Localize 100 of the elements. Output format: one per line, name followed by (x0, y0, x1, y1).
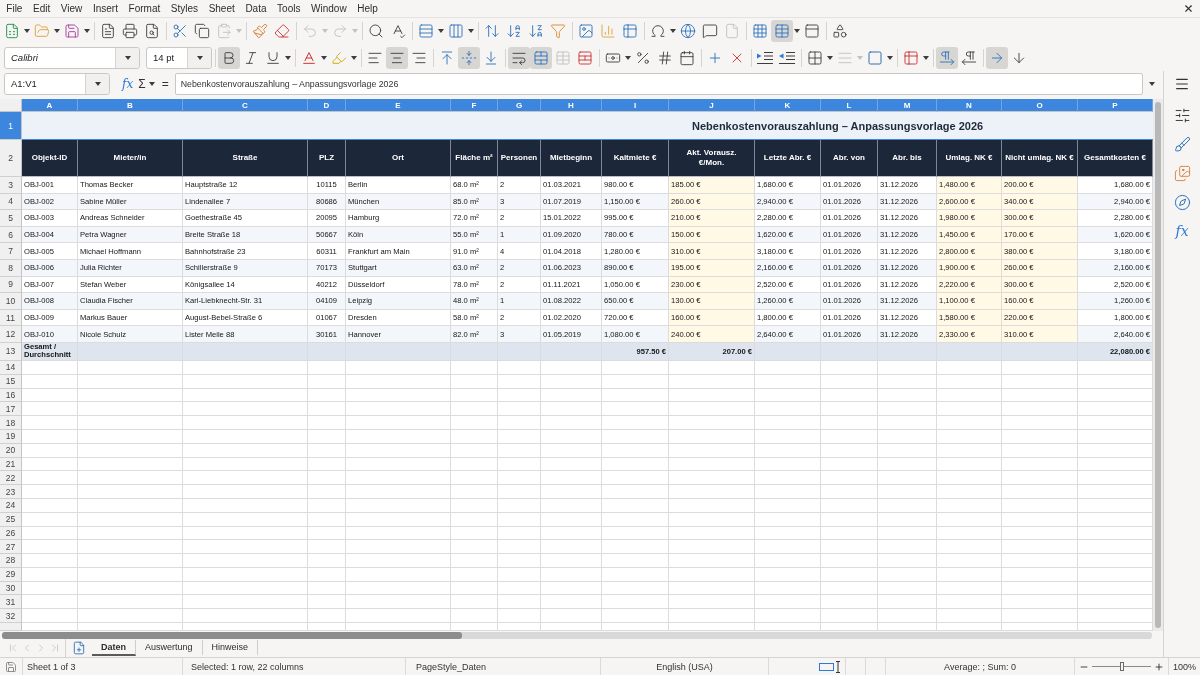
sheet-tab[interactable]: Daten (92, 640, 136, 656)
row-header[interactable]: 32 (0, 609, 22, 624)
formula-button[interactable]: = (159, 72, 171, 95)
column-header[interactable]: H (541, 99, 602, 112)
caret-icon[interactable] (923, 55, 929, 60)
font-size-combobox[interactable]: 14 pt (146, 46, 212, 69)
caret-icon[interactable] (124, 55, 131, 60)
sum-button[interactable]: Σ (136, 72, 148, 95)
caret-icon[interactable] (321, 55, 327, 60)
row-header[interactable]: 17 (0, 402, 22, 417)
menu-item[interactable]: View (55, 3, 88, 14)
row-header[interactable]: 12 (0, 326, 22, 343)
caret-icon[interactable] (351, 55, 357, 60)
menu-item[interactable]: Format (123, 3, 166, 14)
row-header[interactable]: 22 (0, 471, 22, 486)
bold-button[interactable] (218, 46, 240, 69)
sheet-tab[interactable]: Hinweise (202, 640, 259, 656)
align-center-button[interactable] (386, 46, 408, 69)
menu-item[interactable]: Insert (87, 3, 124, 14)
horizontal-scrollbar[interactable] (2, 632, 1152, 639)
column-header[interactable]: I (602, 99, 669, 112)
caret-icon[interactable] (794, 29, 800, 33)
functions-button[interactable]: fx (1173, 222, 1191, 240)
menu-item[interactable]: File (1, 3, 28, 14)
slider-thumb[interactable] (1119, 662, 1124, 671)
name-box[interactable]: A1:V1 (4, 72, 110, 95)
caret-icon[interactable] (670, 29, 676, 33)
column-header[interactable]: D (308, 99, 346, 112)
column-header[interactable]: N (937, 99, 1002, 112)
menu-item[interactable]: Styles (165, 3, 204, 14)
caret-icon[interactable] (24, 29, 30, 33)
header-cell: Akt. Vorausz. €/Mon. (669, 140, 755, 177)
column-header[interactable]: K (755, 99, 821, 112)
caret-icon[interactable] (196, 55, 203, 60)
undo-icon (302, 23, 318, 39)
menu-item[interactable]: Sheet (203, 3, 241, 14)
zoom-in-icon[interactable] (1154, 661, 1164, 672)
globe-icon (680, 23, 696, 39)
shapes-icon (832, 23, 848, 39)
wrap-text-button[interactable] (508, 46, 530, 69)
function-wizard-button[interactable]: fx (119, 72, 137, 95)
sheet-tab[interactable]: Auswertung (136, 640, 203, 656)
underline-icon (265, 49, 281, 66)
indent-increase-icon (757, 49, 773, 66)
column-header[interactable]: P (1078, 99, 1153, 112)
column-header[interactable]: O (1002, 99, 1078, 112)
merge-center-button[interactable] (530, 46, 552, 69)
column-header[interactable]: B (78, 99, 183, 112)
caret-icon[interactable] (625, 55, 631, 60)
caret-icon[interactable] (1149, 81, 1155, 86)
image-icon (578, 23, 594, 39)
merge-cells-icon (533, 49, 549, 66)
page-icon (724, 23, 740, 39)
row-header[interactable]: 7 (0, 243, 22, 260)
vertical-scrollbar[interactable] (1153, 99, 1163, 631)
menu-item[interactable]: Tools (271, 3, 306, 14)
font-name-combobox[interactable]: Calibri (4, 46, 140, 69)
row-header[interactable]: 23 (0, 485, 22, 499)
spellcheck-icon (390, 23, 406, 39)
row-header[interactable]: 27 (0, 540, 22, 555)
caret-icon[interactable] (827, 55, 833, 60)
menu-item[interactable]: Edit (27, 3, 56, 14)
row-header[interactable]: 28 (0, 554, 22, 568)
caret-icon[interactable] (148, 81, 155, 86)
column-header[interactable]: M (878, 99, 937, 112)
row-header[interactable]: 3 (0, 177, 22, 194)
bar-chart-icon (600, 23, 616, 39)
header-cell: Personen (498, 140, 541, 177)
caret-icon[interactable] (468, 29, 474, 33)
indent-decrease-icon (779, 49, 795, 66)
caret-icon[interactable] (887, 55, 893, 60)
menu-item[interactable]: Help (351, 3, 384, 14)
menu-item[interactable]: Data (240, 3, 272, 14)
header-cell: Mieter/in (78, 140, 183, 177)
column-header[interactable]: F (451, 99, 498, 112)
column-header[interactable]: L (821, 99, 878, 112)
formula-input[interactable]: Nebenkostenvorauszahlung – Anpassungsvorlage 2026 (174, 72, 1143, 95)
caret-icon[interactable] (54, 29, 60, 33)
caret-icon[interactable] (84, 29, 90, 33)
caret-icon[interactable] (285, 55, 291, 60)
menu-item[interactable]: Window (305, 3, 352, 14)
text-horizontal-button[interactable] (986, 46, 1008, 69)
column-header[interactable]: C (183, 99, 308, 112)
row-header[interactable]: 1 (0, 112, 22, 140)
close-icon[interactable] (1183, 3, 1194, 14)
left-to-right-button[interactable] (936, 46, 958, 69)
caret-icon[interactable] (438, 29, 444, 33)
row-header[interactable]: 31 (0, 595, 22, 610)
row-header[interactable]: 10 (0, 293, 22, 310)
row-header[interactable]: 2 (0, 140, 22, 177)
selection-mode-icon[interactable] (819, 660, 841, 673)
column-header[interactable]: G (498, 99, 541, 112)
column-header[interactable]: A (22, 99, 78, 112)
caret-icon[interactable] (94, 81, 101, 86)
column-header[interactable]: E (346, 99, 451, 112)
row-header[interactable]: 5 (0, 210, 22, 227)
sort-descending-icon (528, 23, 544, 39)
align-middle-button[interactable] (458, 46, 480, 69)
row-header[interactable]: 18 (0, 416, 22, 430)
column-header[interactable]: J (669, 99, 755, 112)
